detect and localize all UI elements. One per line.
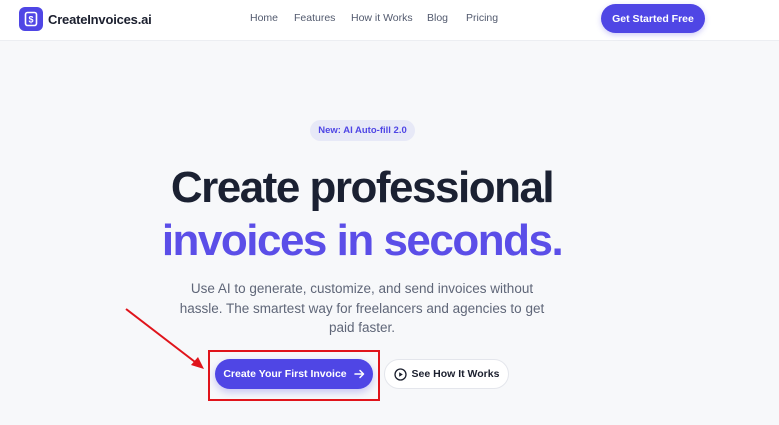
annotation-arrow-icon	[125, 308, 204, 369]
